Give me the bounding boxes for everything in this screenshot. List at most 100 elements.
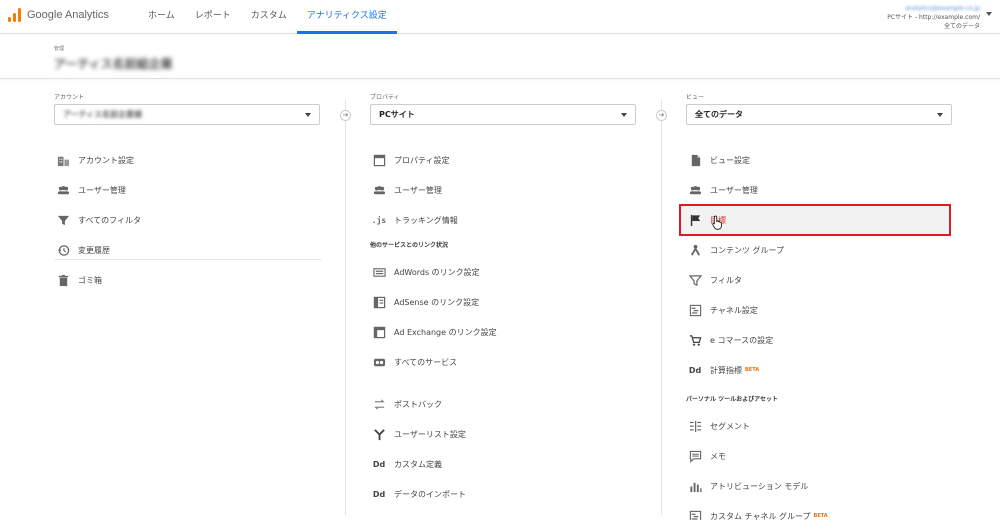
account-column: アカウント アーティス名前企業様 アカウント設定 ユーザー管理 すべてのフィルタ… xyxy=(54,92,320,295)
filter-icon xyxy=(56,213,70,227)
menu-label: ゴミ箱 xyxy=(78,275,102,285)
adexchange-linking-item[interactable]: Ad Exchange のリンク設定 xyxy=(370,317,636,347)
property-user-management-item[interactable]: ユーザー管理 xyxy=(370,175,636,205)
account-user-management-item[interactable]: ユーザー管理 xyxy=(54,175,320,205)
account-dropdown[interactable]: アーティス名前企業様 xyxy=(54,104,320,125)
menu-label: Ad Exchange のリンク設定 xyxy=(394,327,497,337)
postback-item[interactable]: ポストバック xyxy=(370,389,636,419)
menu-label: ユーザーリスト設定 xyxy=(394,429,466,439)
data-import-item[interactable]: Dd データのインポート xyxy=(370,479,636,509)
menu-label: AdSense のリンク設定 xyxy=(394,297,480,307)
calculated-metrics-item[interactable]: Dd 計算指標 BETA xyxy=(686,355,952,385)
fork-icon xyxy=(372,427,386,441)
nav-home[interactable]: ホーム xyxy=(138,0,185,34)
menu-label: ユーザー管理 xyxy=(78,185,126,195)
content-grouping-item[interactable]: コンテンツ グループ xyxy=(686,235,952,265)
top-bar: Google Analytics ホーム レポート カスタム アナリティクス設定… xyxy=(0,0,1000,34)
arrow-right-icon: ➔ xyxy=(656,110,667,121)
account-dropdown-value: アーティス名前企業様 xyxy=(63,110,143,119)
menu-label: カスタム チャネル グループ xyxy=(710,511,811,520)
view-user-management-item[interactable]: ユーザー管理 xyxy=(686,175,952,205)
menu-label: フィルタ xyxy=(710,275,742,285)
users-icon xyxy=(688,183,702,197)
main-nav: ホーム レポート カスタム アナリティクス設定 xyxy=(138,0,397,34)
property-menu: プロパティ設定 ユーザー管理 .js トラッキング情報 他のサービスとのリンク状… xyxy=(370,145,636,509)
annotations-item[interactable]: メモ xyxy=(686,441,952,471)
chevron-down-icon xyxy=(986,12,992,16)
property-dropdown[interactable]: PCサイト xyxy=(370,104,636,125)
app-name: Google Analytics xyxy=(27,9,109,21)
menu-label: ユーザー管理 xyxy=(710,185,758,195)
trash-icon xyxy=(56,273,70,287)
view-dropdown[interactable]: 全てのデータ xyxy=(686,104,952,125)
divider xyxy=(54,259,322,260)
menu-label: プロパティ設定 xyxy=(394,155,450,165)
building-icon xyxy=(56,153,70,167)
users-icon xyxy=(372,183,386,197)
cart-icon xyxy=(688,333,702,347)
document-icon xyxy=(688,153,702,167)
content-group-icon xyxy=(688,243,702,257)
account-settings-item[interactable]: アカウント設定 xyxy=(54,145,320,175)
account-menu: アカウント設定 ユーザー管理 すべてのフィルタ 変更履歴 ゴミ箱 xyxy=(54,145,320,295)
segment-icon xyxy=(688,419,702,433)
dd-icon: Dd xyxy=(688,365,702,375)
view-dropdown-value: 全てのデータ xyxy=(695,110,743,119)
nav-admin[interactable]: アナリティクス設定 xyxy=(296,0,397,34)
view-line: 全てのデータ xyxy=(943,23,980,30)
nav-custom[interactable]: カスタム xyxy=(241,0,297,34)
personal-tools-heading: パーソナル ツールおよびアセット xyxy=(686,396,778,403)
menu-label: コンテンツ グループ xyxy=(710,245,785,255)
all-filters-item[interactable]: すべてのフィルタ xyxy=(54,205,320,235)
arrow-right-icon: ➔ xyxy=(340,110,351,121)
channel-icon xyxy=(688,509,702,520)
window-icon xyxy=(372,153,386,167)
memo-icon xyxy=(688,449,702,463)
adwords-linking-item[interactable]: AdWords のリンク設定 xyxy=(370,257,636,287)
tracking-info-item[interactable]: .js トラッキング情報 xyxy=(370,205,636,235)
all-products-item[interactable]: すべてのサービス xyxy=(370,347,636,377)
trash-item[interactable]: ゴミ箱 xyxy=(54,265,320,295)
attribution-models-item[interactable]: アトリビューション モデル xyxy=(686,471,952,501)
attribution-icon xyxy=(688,479,702,493)
flag-icon xyxy=(688,213,702,227)
view-filters-item[interactable]: フィルタ xyxy=(686,265,952,295)
adwords-icon xyxy=(372,265,386,279)
custom-channel-grouping-item[interactable]: カスタム チャネル グループ BETA xyxy=(686,501,952,520)
users-icon xyxy=(56,183,70,197)
ga-logo[interactable]: Google Analytics xyxy=(8,8,109,22)
custom-definitions-item[interactable]: Dd カスタム定義 xyxy=(370,449,636,479)
menu-label: セグメント xyxy=(710,421,750,431)
menu-label: 変更履歴 xyxy=(78,245,110,255)
property-column: プロパティ PCサイト プロパティ設定 ユーザー管理 .js トラッキング情報 … xyxy=(370,92,636,509)
menu-label: アカウント設定 xyxy=(78,155,134,165)
channel-settings-item[interactable]: チャネル設定 xyxy=(686,295,952,325)
adsense-linking-item[interactable]: AdSense のリンク設定 xyxy=(370,287,636,317)
beta-badge: BETA xyxy=(745,367,760,373)
view-menu: ビュー設定 ユーザー管理 目標 コンテンツ グループ フィルタ チャネル設定 e… xyxy=(679,145,952,520)
menu-label: メモ xyxy=(710,451,726,461)
beta-badge: BETA xyxy=(813,513,828,519)
account-selector[interactable]: analytics@example.co.jp PCサイト - http://e… xyxy=(887,4,992,31)
view-settings-item[interactable]: ビュー設定 xyxy=(686,145,952,175)
segments-item[interactable]: セグメント xyxy=(686,411,952,441)
analytics-logo-icon xyxy=(8,8,22,22)
menu-label: アトリビューション モデル xyxy=(710,481,809,491)
audience-definitions-item[interactable]: ユーザーリスト設定 xyxy=(370,419,636,449)
admin-label: 管理 xyxy=(54,46,65,52)
column-connector xyxy=(345,100,346,515)
menu-label: AdWords のリンク設定 xyxy=(394,267,480,277)
filter-icon xyxy=(688,273,702,287)
ecommerce-settings-item[interactable]: e コマースの設定 xyxy=(686,325,952,355)
menu-label: チャネル設定 xyxy=(710,305,758,315)
property-line: PCサイト - http://example.com/ xyxy=(887,14,980,21)
menu-label: e コマースの設定 xyxy=(710,335,774,345)
admin-header: 管理 アーティス名前組企業 xyxy=(0,35,1000,79)
chevron-down-icon xyxy=(621,113,627,117)
change-history-item[interactable]: 変更履歴 xyxy=(54,235,320,265)
channel-icon xyxy=(688,303,702,317)
menu-label: トラッキング情報 xyxy=(394,215,458,225)
adexchange-icon xyxy=(372,325,386,339)
nav-reports[interactable]: レポート xyxy=(185,0,241,34)
property-settings-item[interactable]: プロパティ設定 xyxy=(370,145,636,175)
